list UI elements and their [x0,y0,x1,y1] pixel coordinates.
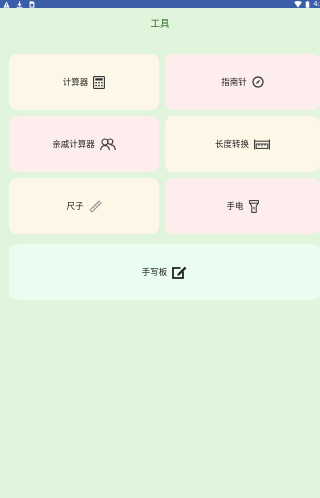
download-icon [16,0,23,8]
page-title: 工具 [150,19,170,30]
flashlight-card[interactable]: 手电 [165,178,320,234]
status-right-icons: 4: [294,0,320,8]
wifi-icon [294,0,303,8]
ruler-icon [88,199,102,213]
sim-card-icon [29,0,35,8]
length-converter-label: 长度转换 [214,140,249,150]
relatives-calculator-card[interactable]: 亲戚计算器 [9,116,159,172]
status-left-icons [3,0,35,8]
handwriting-board-label: 手写板 [141,268,168,278]
relatives-calculator-label: 亲戚计算器 [52,140,95,150]
ruler-label: 尺子 [66,202,84,212]
flashlight-label: 手电 [226,202,244,212]
compass-label: 指南针 [221,78,247,88]
calculator-icon [93,75,106,89]
calculator-card[interactable]: 计算器 [9,54,159,110]
length-converter-card[interactable]: 长度转换 [165,116,320,172]
people-icon [99,137,116,151]
edit-icon [172,266,187,279]
warning-icon [3,0,10,8]
ruler-measure-icon [254,139,270,150]
ruler-card[interactable]: 尺子 [9,178,159,234]
status-bar: 4: [0,0,320,8]
compass-card[interactable]: 指南针 [165,54,320,110]
status-time: 4: [313,0,320,8]
calculator-label: 计算器 [62,78,89,88]
battery-icon [305,0,310,8]
compass-icon [252,76,264,88]
handwriting-board-card[interactable]: 手写板 [9,244,320,300]
flashlight-icon [248,199,259,213]
